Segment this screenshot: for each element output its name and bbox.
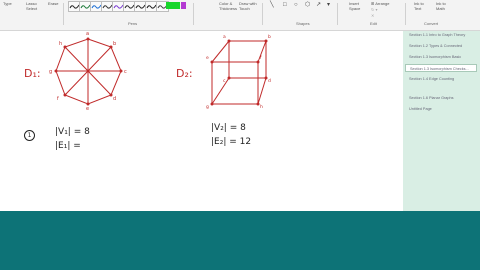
edge-count-d1: |E₁| = <box>55 141 81 151</box>
separator <box>405 3 406 25</box>
vertex-label: a <box>223 35 226 40</box>
highlighter-purple-swatch[interactable] <box>181 2 186 9</box>
ribbon: Type Lasso Select Erase Color & Thicknes… <box>0 0 480 31</box>
label-d1: D₁: <box>24 67 41 80</box>
vertex-label: b <box>268 35 271 40</box>
page-tab[interactable]: Section 1.3 Isomorphism Checks... <box>405 64 477 72</box>
bottom-bar <box>0 211 480 270</box>
vertex-count-d1: |V₁| = 8 <box>55 127 90 137</box>
more-shapes-icon[interactable]: ▾ <box>327 2 330 8</box>
lasso-select-tool[interactable]: Lasso Select <box>26 1 40 11</box>
notebook-canvas[interactable]: D₁: D₂: a b c d e f g h a b c d e f g h 1 |V₁| = 8 |E₁… <box>0 31 403 211</box>
circled-number: 1 <box>24 130 35 141</box>
type-tool[interactable]: Type <box>3 1 12 6</box>
shapes-group-label: Shapes <box>296 21 310 26</box>
cube-front-face <box>211 61 259 105</box>
highlighter-green-swatch[interactable] <box>166 2 180 9</box>
eraser-tool[interactable]: Erase <box>48 1 58 6</box>
color-thickness-button[interactable]: Color & Thickness <box>219 1 237 11</box>
separator <box>337 3 338 25</box>
vertex-label: g <box>49 69 53 75</box>
vertex-label: g <box>206 105 209 110</box>
hexagon-shape-icon[interactable]: ⬡ <box>305 2 310 8</box>
pens-group-label: Pens <box>128 21 138 26</box>
vertex-label: c <box>223 79 226 84</box>
vertex-label: e <box>86 106 90 112</box>
vertex-label: f <box>260 56 262 61</box>
vertex-label: h <box>260 105 263 110</box>
delete-icon: ✕ <box>371 13 375 18</box>
vertex-label: e <box>206 56 209 61</box>
vertex-label: c <box>124 69 127 75</box>
page-tab[interactable]: Section 1.6 Planar Graphs <box>405 94 477 102</box>
page-tab[interactable]: Section 1.3 Isomorphism Basic <box>405 53 477 61</box>
vertex-label: h <box>59 41 63 47</box>
ink-drawing <box>54 37 268 106</box>
insert-space-button[interactable]: Insert Space <box>349 1 360 11</box>
separator <box>63 3 64 25</box>
page-list-panel: Section 1.1 Intro to Graph Theory Section… <box>403 31 480 211</box>
separator <box>262 3 263 25</box>
page-tab[interactable]: Section 1.4 Edge Counting <box>405 75 477 83</box>
vertex-label: d <box>268 79 271 84</box>
page-tab[interactable]: Section 1.2 Types & Connected <box>405 42 477 50</box>
vertex-count-d2: |V₂| = 8 <box>211 123 246 133</box>
ink-to-text-button[interactable]: Ink to Text <box>414 1 424 11</box>
ink-to-math-button[interactable]: Ink to Math <box>436 1 446 11</box>
arrow-shape-icon[interactable]: ↗ <box>316 2 321 8</box>
edge-count-d2: |E₂| = 12 <box>211 137 252 147</box>
rectangle-shape-icon[interactable]: □ <box>283 2 287 8</box>
draw-with-touch-button[interactable]: Draw with Touch <box>239 1 257 11</box>
page-tab[interactable]: Untitled Page <box>405 105 477 113</box>
line-shape-icon[interactable]: ╲ <box>270 2 274 8</box>
edit-group-label: Edit <box>370 21 377 26</box>
vertex-label: f <box>57 96 59 102</box>
vertex-label: b <box>113 41 117 47</box>
label-d2: D₂: <box>176 67 193 80</box>
convert-group-label: Convert <box>424 21 439 26</box>
arrange-button[interactable]: ⊞ Arrange <box>371 1 389 6</box>
page-tab[interactable]: Section 1.1 Intro to Graph Theory <box>405 31 477 39</box>
vertex-label: a <box>86 31 90 37</box>
vertex-label: d <box>113 96 117 102</box>
separator <box>193 3 194 25</box>
ellipse-shape-icon[interactable]: ○ <box>294 2 298 8</box>
rotate-icon: ↻ ▾ <box>371 7 378 12</box>
